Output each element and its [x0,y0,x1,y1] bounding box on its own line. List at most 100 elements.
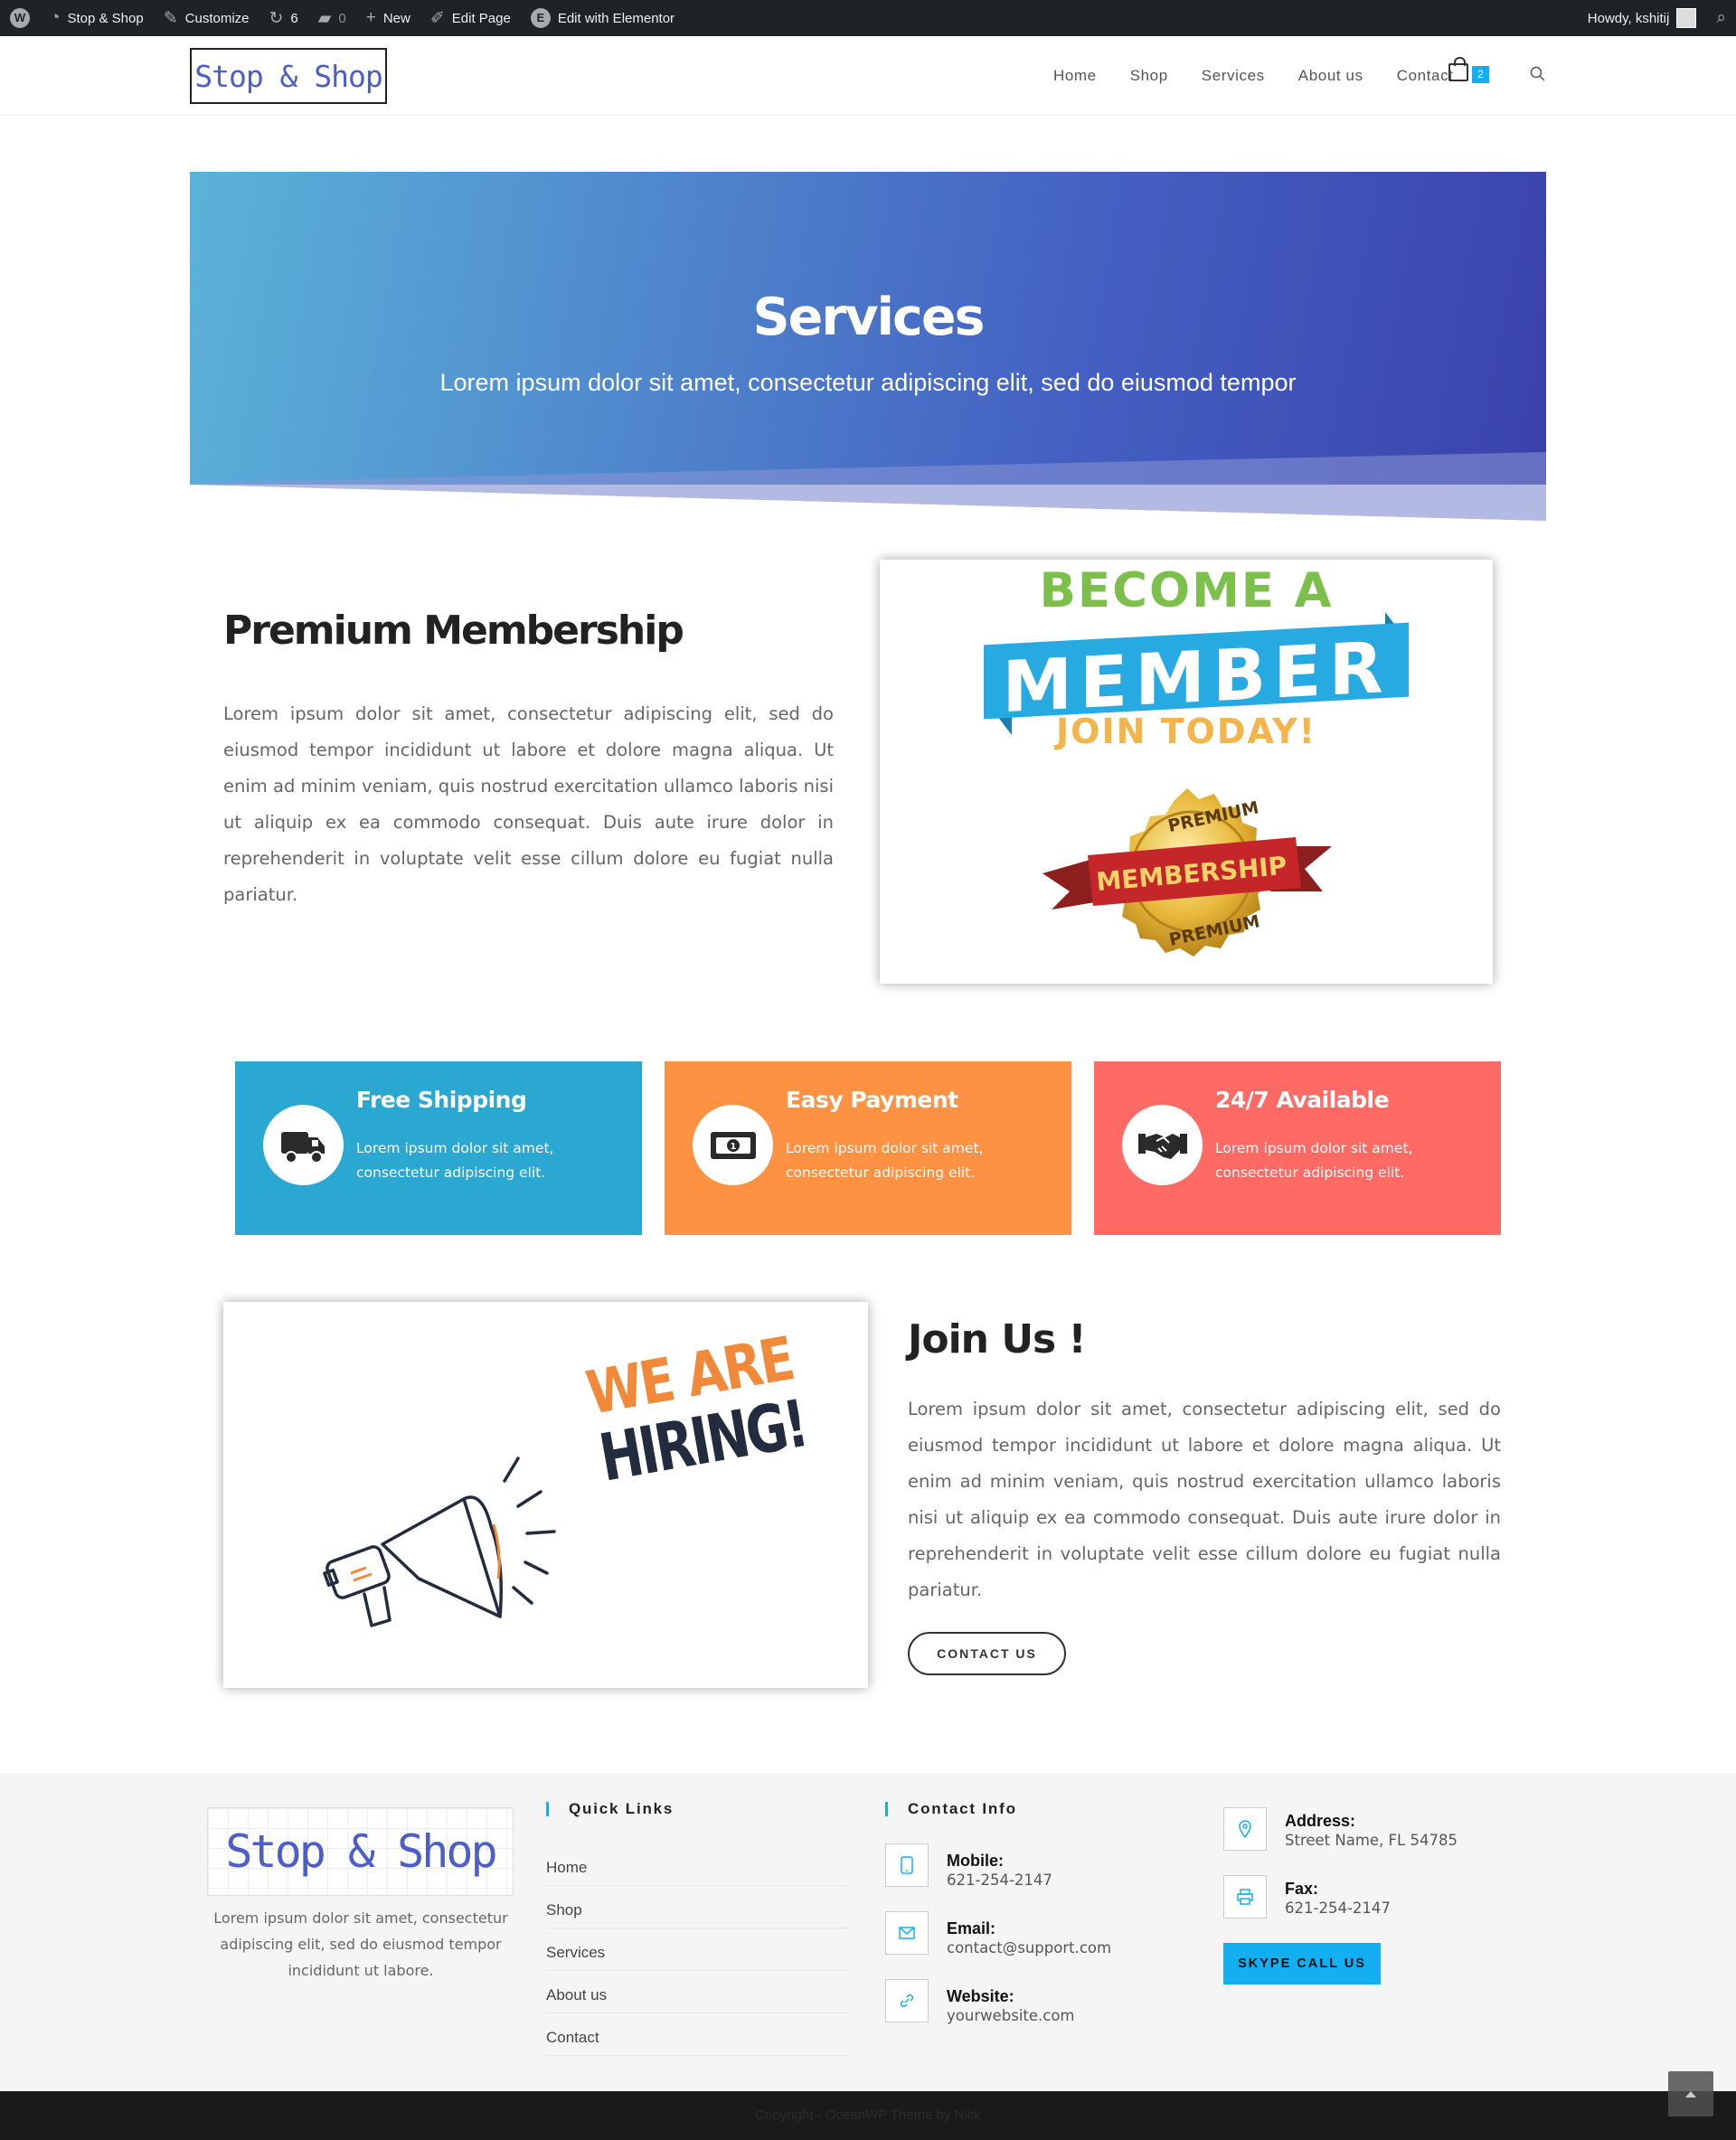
contact-mobile: Mobile: 621-254-2147 [885,1843,1052,1890]
updates-count: 6 [290,10,298,26]
feature-text: Lorem ipsum dolor sit amet, consectetur … [356,1140,554,1181]
admin-search[interactable]: ⌕ [1706,0,1736,36]
footer-link-services[interactable]: Services [546,1928,850,1971]
cart-button[interactable]: 2 [1443,57,1489,87]
contact-email: Email: contact@support.com [885,1911,1111,1958]
skype-call-button[interactable]: SKYPE CALL US [1223,1943,1381,1984]
mobile-icon [885,1843,929,1887]
quick-links-heading: Quick Links [546,1801,674,1816]
comments-count: 0 [338,10,346,26]
hero-bottom-shape [190,452,1546,521]
mobile-value: 621-254-2147 [947,1871,1052,1889]
website-value[interactable]: yourwebsite.com [947,2006,1075,2026]
nav-shop[interactable]: Shop [1113,67,1184,85]
customize-link[interactable]: ✎ Customize [154,0,259,36]
avatar [1676,8,1697,28]
footer: Stop & Shop Lorem ipsum dolor sit amet, … [0,1773,1736,2091]
search-icon: ⌕ [1716,8,1726,27]
wordpress-logo-icon: W [10,8,30,28]
edit-page-link[interactable]: ✐ Edit Page [420,0,521,36]
scroll-to-top-button[interactable] [1668,2071,1713,2116]
nav-about-us[interactable]: About us [1281,67,1380,85]
hiring-image: WE ARE HIRING! [223,1302,868,1688]
main-nav: Home Shop Services About us Contact [1036,36,1470,116]
new-content-link[interactable]: + New [356,0,420,36]
premium-badge-icon: MEMBERSHIP PREMIUM PREMIUM [1043,788,1332,957]
contact-us-button[interactable]: CONTACT US [908,1632,1066,1675]
feature-24-7-available: 24/7 Available Lorem ipsum dolor sit ame… [1094,1061,1501,1235]
address-label: Address: [1285,1812,1356,1830]
feature-title: Easy Payment [786,1087,958,1113]
join-text: Lorem ipsum dolor sit amet, consectetur … [908,1399,1501,1600]
feature-title: 24/7 Available [1215,1087,1390,1113]
search-icon[interactable] [1530,66,1546,82]
updates-link[interactable]: ↻ 6 [259,0,308,36]
footer-logo[interactable]: Stop & Shop [207,1807,514,1896]
nav-home[interactable]: Home [1036,67,1113,85]
website-label: Website: [947,1987,1014,2005]
footer-link-home[interactable]: Home [546,1843,850,1886]
money-bill-icon: 1 [693,1105,773,1185]
footer-about-text: Lorem ipsum dolor sit amet, consectetur … [213,1909,508,1979]
email-label: Email: [947,1919,996,1937]
link-icon [885,1979,929,2022]
join-today-text: JOIN TODAY! [1056,712,1316,751]
new-label: New [382,10,410,26]
fax-value: 621-254-2147 [1285,1900,1391,1917]
map-pin-icon [1223,1807,1267,1851]
hero-banner: Services Lorem ipsum dolor sit amet, con… [190,172,1546,521]
printer-icon [1223,1875,1267,1918]
email-value[interactable]: contact@support.com [947,1938,1111,1958]
site-name-link[interactable]: ◔ Stop & Shop [40,0,154,36]
contact-fax: Fax: 621-254-2147 [1223,1875,1391,1918]
feature-text: Lorem ipsum dolor sit amet, consectetur … [1215,1140,1413,1181]
contact-address: Address: Street Name, FL 54785 [1223,1807,1458,1851]
feature-free-shipping: Free Shipping Lorem ipsum dolor sit amet… [235,1061,642,1235]
membership-image: BECOME A MEMBER JOIN TODAY! MEMBERSHIP P… [880,560,1493,984]
fax-label: Fax: [1285,1880,1319,1898]
footer-link-about-us[interactable]: About us [546,1971,850,2013]
svg-text:1: 1 [731,1142,737,1152]
account-menu[interactable]: Howdy, kshitij [1578,0,1707,36]
edit-elementor-link[interactable]: E Edit with Elementor [521,0,684,36]
pencil-icon: ✐ [429,8,445,28]
elementor-icon: E [530,8,551,28]
contact-website: Website: yourwebsite.com [885,1979,1075,2026]
bottom-bar: Copyright - OceanWP Theme by Nick [0,2091,1736,2140]
shopping-bag-icon [1448,57,1468,81]
megaphone-icon [323,1457,556,1627]
edit-page-label: Edit Page [451,10,511,26]
premium-text: Lorem ipsum dolor sit amet, consectetur … [223,703,834,905]
mobile-label: Mobile: [947,1852,1004,1870]
copyright-text: Copyright - OceanWP Theme by Nick [755,2107,981,2123]
site-logo[interactable]: Stop & Shop [190,48,387,104]
envelope-icon [885,1911,929,1955]
customize-label: Customize [184,10,250,26]
join-title: Join Us ! [908,1316,1087,1362]
comment-icon: ▰ [317,8,332,28]
edit-elementor-label: Edit with Elementor [557,10,675,26]
site-header: Stop & Shop Home Shop Services About us … [0,36,1736,116]
quick-links-list: Home Shop Services About us Contact [546,1843,850,2056]
brush-icon: ✎ [163,8,178,28]
admin-bar: W ◔ Stop & Shop ✎ Customize ↻ 6 ▰ 0 + New ✐ Ed… [0,0,1736,36]
feature-text: Lorem ipsum dolor sit amet, consectetur … [786,1140,984,1181]
site-name-label: Stop & Shop [67,10,144,26]
cart-count-badge: 2 [1472,66,1489,83]
address-value: Street Name, FL 54785 [1285,1832,1458,1849]
wordpress-menu[interactable]: W [0,0,40,36]
contact-info-heading: Contact Info [885,1801,1017,1816]
footer-link-shop[interactable]: Shop [546,1886,850,1928]
comments-link[interactable]: ▰ 0 [308,0,356,36]
nav-services[interactable]: Services [1184,67,1281,85]
footer-link-contact[interactable]: Contact [546,2013,850,2056]
dashboard-icon: ◔ [50,8,61,27]
feature-easy-payment: 1 Easy Payment Lorem ipsum dolor sit ame… [665,1061,1071,1235]
chevron-up-icon [1685,2091,1696,2098]
updates-icon: ↻ [269,8,284,28]
premium-title: Premium Membership [223,608,684,654]
truck-icon [263,1105,344,1185]
plus-icon: + [365,8,376,27]
howdy-label: Howdy, kshitij [1587,10,1670,26]
become-text: BECOME A [1039,563,1334,618]
